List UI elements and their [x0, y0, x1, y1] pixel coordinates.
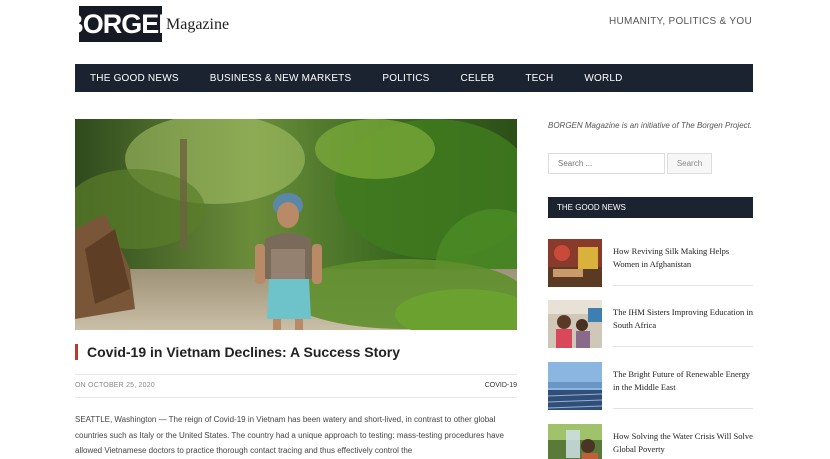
article-hero-image[interactable] [75, 119, 517, 330]
search-button[interactable]: Search [667, 153, 712, 174]
nav-item-politics[interactable]: POLITICS [382, 73, 429, 84]
divider [613, 346, 753, 347]
hero-photo-illustration [75, 119, 517, 330]
site-tagline: HUMANITY, POLITICS & YOU [609, 16, 752, 27]
post-title[interactable]: The IHM Sisters Improving Education in S… [613, 306, 753, 331]
post-thumbnail[interactable] [548, 362, 602, 410]
article-date: ON OCTOBER 25, 2020 [75, 382, 155, 389]
post-thumbnail[interactable] [548, 239, 602, 287]
article-category[interactable]: COVID-19 [485, 382, 517, 389]
thumbnail-image [548, 239, 602, 287]
nav-item-world[interactable]: WORLD [584, 73, 622, 84]
thumbnail-image [548, 362, 602, 410]
intro-suffix: . [749, 121, 753, 130]
site-logo[interactable]: BORGEN Magazine [64, 6, 230, 42]
article-body: SEATTLE, Washington — The reign of Covid… [75, 415, 504, 455]
intro-prefix: BORGEN Magazine is an initiative of [548, 121, 681, 130]
divider [613, 408, 753, 409]
article-title-block: Covid-19 in Vietnam Declines: A Success … [75, 344, 400, 360]
post-title[interactable]: How Solving the Water Crisis Will Solve … [613, 430, 753, 455]
nav-item-business[interactable]: BUSINESS & NEW MARKETS [210, 73, 352, 84]
sidebar-post[interactable]: How Solving the Water Crisis Will Solve … [548, 424, 753, 459]
borgen-project-link[interactable]: The Borgen Project [681, 121, 750, 130]
sidebar-post[interactable]: The IHM Sisters Improving Education in S… [548, 300, 753, 348]
divider [613, 285, 753, 286]
logo-word: Magazine [166, 16, 230, 33]
divider [75, 397, 517, 398]
divider [75, 374, 517, 375]
nav-item-tech[interactable]: TECH [525, 73, 553, 84]
post-title[interactable]: The Bright Future of Renewable Energy in… [613, 368, 753, 393]
thumbnail-image [548, 300, 602, 348]
post-thumbnail[interactable] [548, 300, 602, 348]
article-title[interactable]: Covid-19 in Vietnam Declines: A Success … [87, 344, 400, 360]
main-nav: THE GOOD NEWS BUSINESS & NEW MARKETS POL… [75, 64, 753, 92]
sidebar-section-title: THE GOOD NEWS [548, 197, 753, 218]
thumbnail-image [548, 424, 602, 459]
nav-item-good-news[interactable]: THE GOOD NEWS [90, 73, 179, 84]
sidebar-post[interactable]: How Reviving Silk Making Helps Women in … [548, 239, 753, 287]
sidebar-intro: BORGEN Magazine is an initiative of The … [548, 121, 752, 130]
logo-mark: BORGEN [64, 6, 178, 42]
post-thumbnail[interactable] [548, 424, 602, 459]
post-title[interactable]: How Reviving Silk Making Helps Women in … [613, 245, 753, 270]
sidebar-post[interactable]: The Bright Future of Renewable Energy in… [548, 362, 753, 410]
search-input[interactable] [548, 153, 665, 174]
nav-item-celeb[interactable]: CELEB [461, 73, 495, 84]
